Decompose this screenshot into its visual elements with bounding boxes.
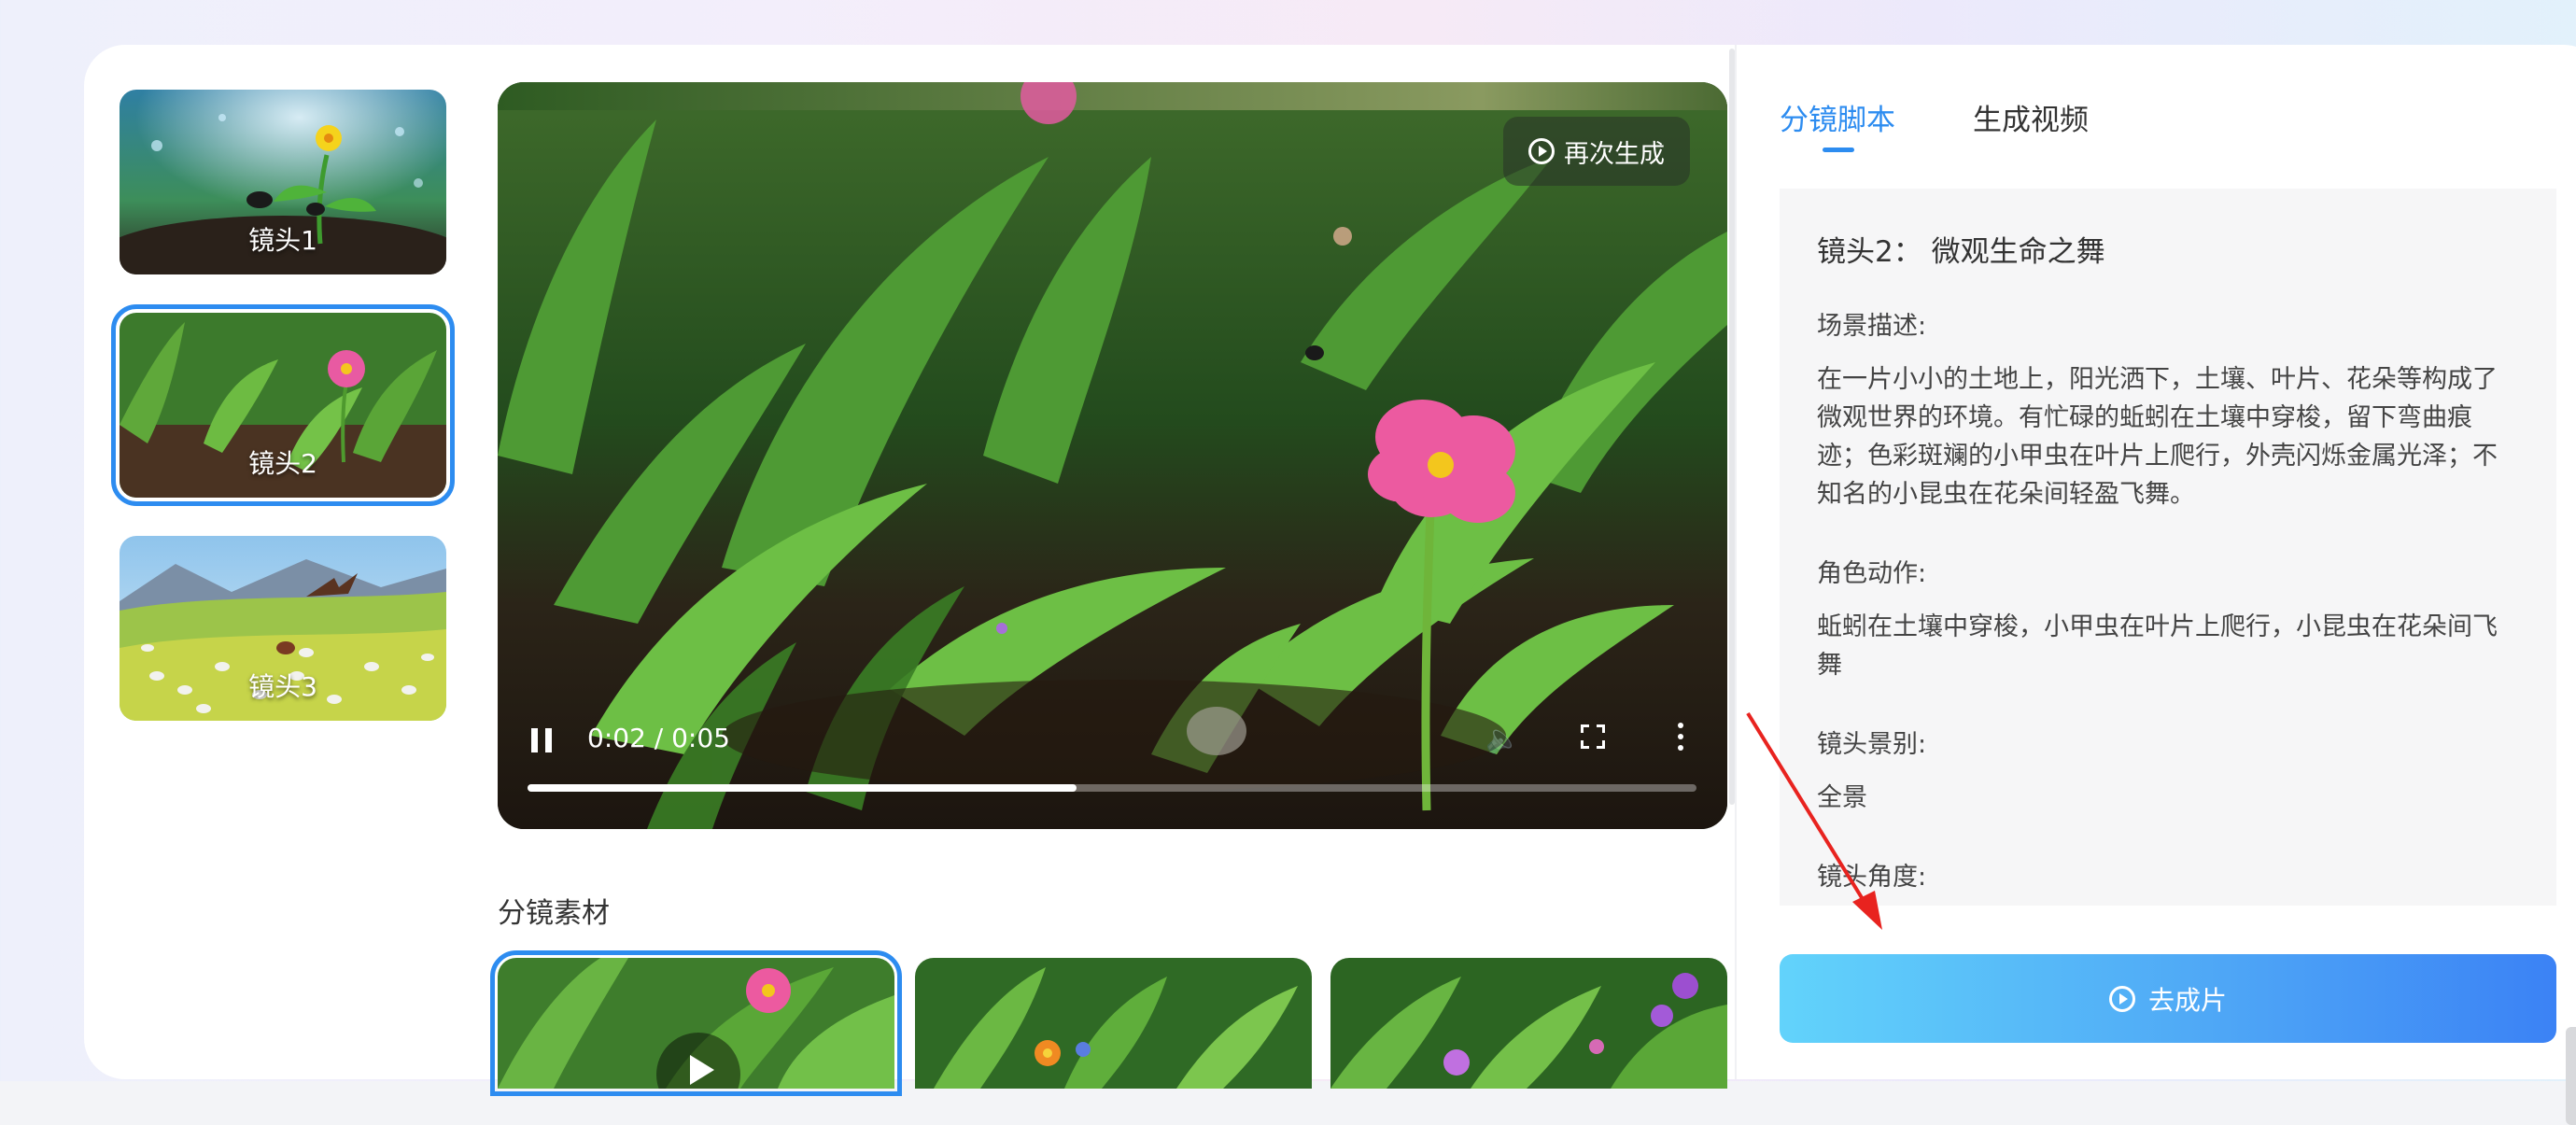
annotation-arrow bbox=[1746, 711, 1882, 930]
storyboard-script-panel[interactable]: 镜头2： 微观生命之舞 场景描述: 在一片小小的土地上，阳光洒下，土壤、叶片、花… bbox=[1780, 189, 2556, 906]
window-edge bbox=[2566, 1027, 2576, 1125]
play-circle-icon bbox=[1528, 138, 1555, 164]
scene-description-label: 场景描述: bbox=[1817, 312, 1927, 341]
regenerate-label: 再次生成 bbox=[1564, 139, 1665, 169]
regenerate-button[interactable]: 再次生成 bbox=[1503, 117, 1690, 186]
video-time: 0:02 / 0:05 bbox=[587, 723, 730, 753]
go-to-final-video-button[interactable]: 去成片 bbox=[1780, 954, 2556, 1043]
shot-label: 镜头3 bbox=[248, 671, 317, 702]
material-thumbnail-3[interactable] bbox=[1330, 958, 1727, 1089]
tab-storyboard[interactable]: 分镜脚本 bbox=[1780, 96, 1895, 138]
script-title: 镜头2： 微观生命之舞 bbox=[1817, 235, 2105, 269]
shot-thumbnail-1[interactable]: 镜头1 bbox=[120, 90, 446, 274]
character-action-text: 蚯蚓在土壤中穿梭，小甲虫在叶片上爬行，小昆虫在花朵间飞舞 bbox=[1817, 612, 2498, 680]
material-thumbnail-1[interactable] bbox=[490, 950, 902, 1096]
camera-angle-label: 镜头角度: bbox=[1817, 863, 1927, 892]
volume-icon[interactable]: 🔈 bbox=[1485, 723, 1520, 755]
materials-title: 分镜素材 bbox=[498, 897, 610, 930]
fullscreen-icon[interactable] bbox=[1581, 724, 1605, 749]
shot-type-label: 镜头景别: bbox=[1817, 730, 1927, 759]
more-options-icon[interactable] bbox=[1678, 723, 1683, 751]
video-controls: 0:02 / 0:05 🔈 bbox=[498, 710, 1727, 829]
video-progress-bar[interactable] bbox=[528, 784, 1696, 792]
play-circle-icon bbox=[2108, 985, 2135, 1012]
pause-icon[interactable] bbox=[531, 728, 552, 752]
active-tab-indicator bbox=[1823, 148, 1854, 152]
panel-divider bbox=[1735, 45, 1737, 1079]
tab-generate-video[interactable]: 生成视频 bbox=[1973, 96, 2089, 138]
video-progress-fill bbox=[528, 784, 1077, 792]
material-3-image bbox=[1330, 958, 1727, 1089]
material-thumbnail-2[interactable] bbox=[915, 958, 1312, 1089]
scrollbar[interactable] bbox=[1729, 49, 1735, 805]
go-button-label: 去成片 bbox=[2147, 984, 2227, 1016]
shot-thumbnail-3[interactable]: 镜头3 bbox=[120, 536, 446, 721]
scene-description-text: 在一片小小的土地上，阳光洒下，土壤、叶片、花朵等构成了微观世界的环境。有忙碌的蚯… bbox=[1817, 365, 2498, 509]
shot-type-value: 全景 bbox=[1817, 783, 1867, 812]
shot-label: 镜头2 bbox=[248, 448, 317, 479]
shot-thumbnail-2[interactable]: 镜头2 bbox=[111, 304, 455, 506]
shot-label: 镜头1 bbox=[248, 225, 317, 256]
character-action-label: 角色动作: bbox=[1817, 559, 1927, 588]
material-2-image bbox=[915, 958, 1312, 1089]
